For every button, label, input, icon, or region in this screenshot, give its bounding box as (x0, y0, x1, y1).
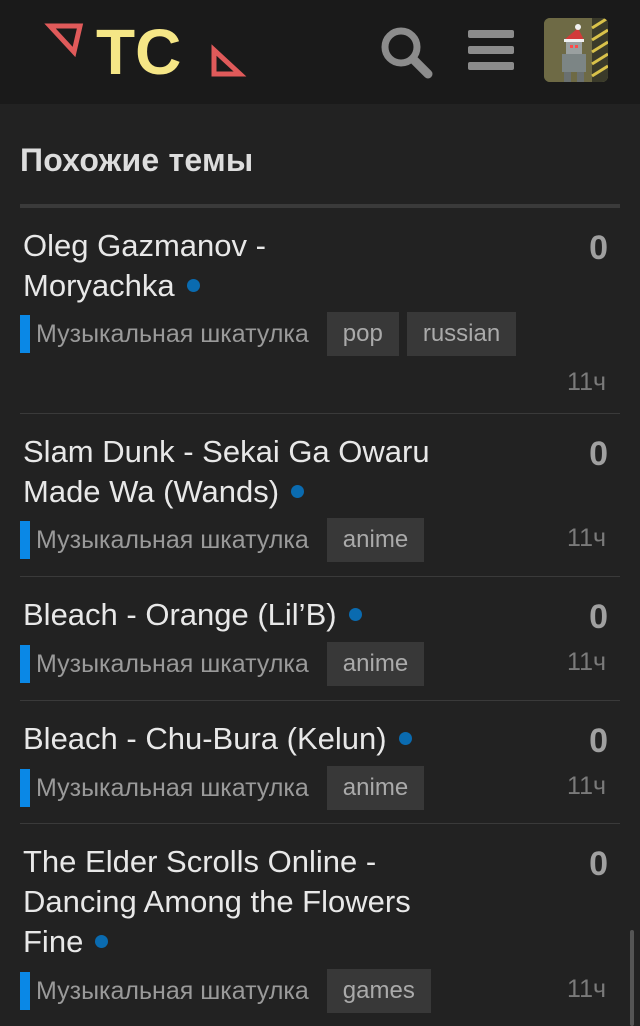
tag-anime[interactable]: anime (326, 642, 425, 686)
logo-triangle-left (44, 23, 84, 58)
topic-title[interactable]: Bleach - Chu-Bura (Kelun) (23, 719, 523, 759)
topic-row[interactable]: Slam Dunk - Sekai Ga Owaru Made Wa (Wand… (20, 414, 620, 577)
logo-triangle-right (211, 44, 247, 77)
category-badge[interactable]: Музыкальная шкатулка (20, 645, 309, 683)
topic-row[interactable]: Bleach - Chu-Bura (Kelun) 0 Музыкальная … (20, 701, 620, 824)
category-name: Музыкальная шкатулка (36, 525, 309, 554)
category-color-bar (20, 645, 30, 683)
unread-dot-icon (291, 485, 305, 498)
topic-title-line: Made Wa (Wands) (23, 474, 280, 509)
topic-title-line: Oleg Gazmanov - (23, 228, 266, 263)
unread-dot-icon (95, 935, 109, 948)
topic-title-line: Moryachka (23, 268, 175, 303)
tag-games[interactable]: games (326, 969, 431, 1013)
reply-count: 0 (589, 598, 608, 636)
tag-russian[interactable]: russian (406, 312, 517, 356)
unread-dot-icon (186, 279, 200, 292)
category-color-bar (20, 521, 30, 559)
topic-age: 11ч (567, 648, 606, 676)
tag-anime[interactable]: anime (326, 766, 425, 810)
unread-dot-icon (348, 608, 362, 621)
category-name: Музыкальная шкатулка (36, 976, 309, 1005)
user-avatar[interactable] (544, 18, 608, 82)
topic-row[interactable]: The Elder Scrolls Online - Dancing Among… (20, 824, 620, 1026)
topic-meta: Музыкальная шкатулка anime (20, 518, 432, 562)
topic-title-line: The Elder Scrolls Online - (23, 844, 377, 879)
topic-title[interactable]: Slam Dunk - Sekai Ga Owaru Made Wa (Wand… (23, 432, 523, 512)
topic-age: 11ч (567, 975, 606, 1003)
search-icon[interactable] (378, 24, 434, 80)
topic-row[interactable]: Bleach - Orange (Lil’B) 0 Музыкальная шк… (20, 577, 620, 701)
topic-meta: Музыкальная шкатулка games (20, 969, 439, 1013)
reply-count: 0 (589, 229, 608, 267)
topic-title-line: Bleach - Orange (Lil’B) (23, 597, 337, 632)
section-title: Похожие темы (20, 142, 254, 178)
hamburger-menu-icon[interactable] (464, 24, 520, 80)
related-topics-section: Похожие темы Oleg Gazmanov - Moryachka 0… (0, 104, 640, 1026)
category-name: Музыкальная шкатулка (36, 773, 309, 802)
topic-title-line: Fine (23, 924, 84, 959)
topic-meta: Музыкальная шкатулка pop russian (20, 312, 524, 356)
category-badge[interactable]: Музыкальная шкатулка (20, 769, 309, 807)
category-color-bar (20, 972, 30, 1010)
site-header: TC (0, 0, 640, 104)
category-name: Музыкальная шкатулка (36, 319, 309, 348)
logo-text: TC (96, 16, 181, 84)
topic-age: 11ч (567, 368, 606, 396)
topic-title-line: Slam Dunk - Sekai Ga Owaru (23, 434, 430, 469)
reply-count: 0 (589, 722, 608, 760)
topic-title[interactable]: The Elder Scrolls Online - Dancing Among… (23, 842, 523, 962)
topic-title-line: Bleach - Chu-Bura (Kelun) (23, 721, 387, 756)
reply-count: 0 (589, 845, 608, 883)
topic-title[interactable]: Bleach - Orange (Lil’B) (23, 595, 523, 635)
site-logo[interactable]: TC (44, 14, 254, 84)
tag-pop[interactable]: pop (326, 312, 399, 356)
topic-meta: Музыкальная шкатулка anime (20, 642, 432, 686)
tag-anime[interactable]: anime (326, 518, 425, 562)
category-badge[interactable]: Музыкальная шкатулка (20, 972, 309, 1010)
topic-title[interactable]: Oleg Gazmanov - Moryachka (23, 226, 523, 306)
scrollbar[interactable] (630, 930, 634, 1026)
category-badge[interactable]: Музыкальная шкатулка (20, 521, 309, 559)
category-name: Музыкальная шкатулка (36, 649, 309, 678)
category-color-bar (20, 769, 30, 807)
topic-age: 11ч (567, 772, 606, 800)
reply-count: 0 (589, 435, 608, 473)
topic-age: 11ч (567, 524, 606, 552)
unread-dot-icon (398, 732, 412, 745)
topic-title-line: Dancing Among the Flowers (23, 884, 411, 919)
topic-row[interactable]: Oleg Gazmanov - Moryachka 0 Музыкальная … (20, 208, 620, 414)
category-color-bar (20, 315, 30, 353)
category-badge[interactable]: Музыкальная шкатулка (20, 315, 309, 353)
topic-meta: Музыкальная шкатулка anime (20, 766, 432, 810)
